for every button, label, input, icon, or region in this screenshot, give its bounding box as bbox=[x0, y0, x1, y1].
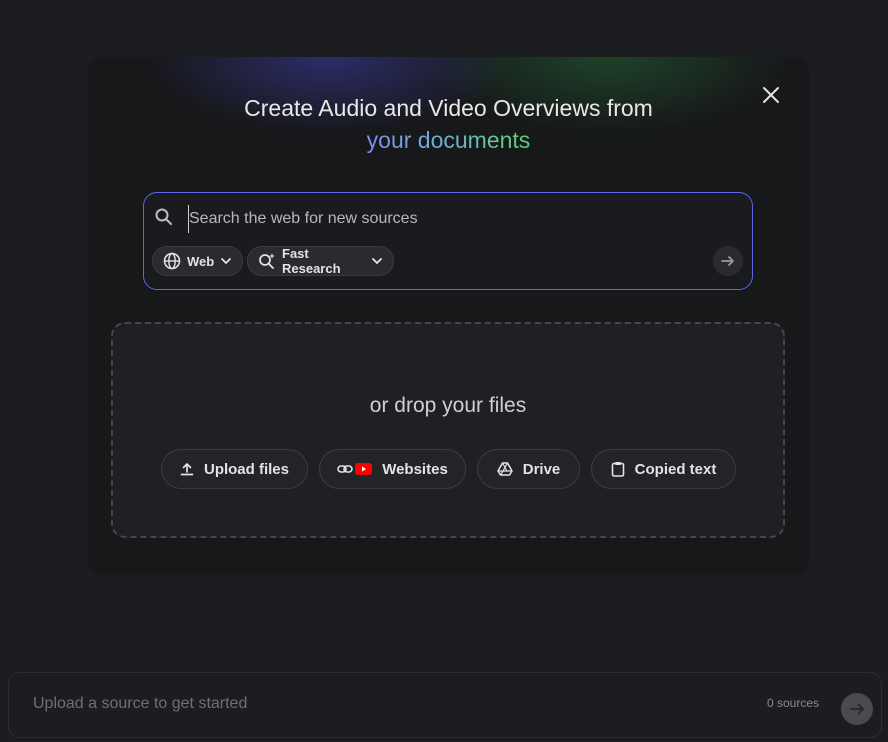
title-line-2: your documents bbox=[366, 127, 531, 153]
research-mode-dropdown[interactable]: Fast Research bbox=[247, 246, 394, 276]
copied-text-button[interactable]: Copied text bbox=[591, 449, 736, 489]
web-search-box: Web Fast Research bbox=[143, 192, 753, 290]
clipboard-icon bbox=[611, 461, 625, 477]
research-chip-label: Fast Research bbox=[282, 246, 341, 276]
chat-input-placeholder[interactable]: Upload a source to get started bbox=[33, 695, 247, 713]
chat-input-bar: Upload a source to get started 0 sources bbox=[8, 672, 882, 738]
drive-label: Drive bbox=[522, 460, 561, 478]
drop-files-text: or drop your files bbox=[369, 394, 527, 417]
file-drop-zone[interactable]: or drop your files Upload files Websites… bbox=[111, 322, 785, 538]
arrow-right-icon bbox=[850, 703, 864, 715]
research-sparkle-icon bbox=[258, 252, 276, 270]
upload-icon bbox=[180, 462, 194, 476]
drive-button[interactable]: Drive bbox=[477, 449, 580, 489]
website-icons bbox=[337, 463, 373, 475]
drive-icon bbox=[496, 462, 513, 476]
sources-count: 0 sources bbox=[766, 696, 819, 710]
globe-icon bbox=[163, 252, 181, 270]
web-chip-label: Web bbox=[187, 253, 215, 269]
youtube-icon bbox=[355, 463, 373, 475]
copied-text-label: Copied text bbox=[634, 460, 717, 478]
add-sources-dialog: Create Audio and Video Overviews from yo… bbox=[88, 57, 809, 575]
websites-button[interactable]: Websites bbox=[319, 449, 466, 489]
search-icon bbox=[154, 207, 174, 227]
dialog-title: Create Audio and Video Overviews from yo… bbox=[88, 92, 809, 156]
send-button[interactable] bbox=[841, 693, 873, 725]
chevron-down-icon bbox=[220, 255, 232, 267]
search-submit-button[interactable] bbox=[713, 246, 743, 276]
arrow-right-icon bbox=[721, 256, 734, 266]
search-input[interactable] bbox=[188, 205, 671, 233]
upload-files-label: Upload files bbox=[203, 460, 289, 478]
upload-files-button[interactable]: Upload files bbox=[161, 449, 308, 489]
web-source-dropdown[interactable]: Web bbox=[152, 246, 243, 276]
chevron-down-icon bbox=[371, 255, 383, 267]
websites-label: Websites bbox=[382, 460, 448, 478]
title-line-1: Create Audio and Video Overviews from bbox=[244, 95, 653, 121]
link-icon bbox=[337, 465, 354, 473]
